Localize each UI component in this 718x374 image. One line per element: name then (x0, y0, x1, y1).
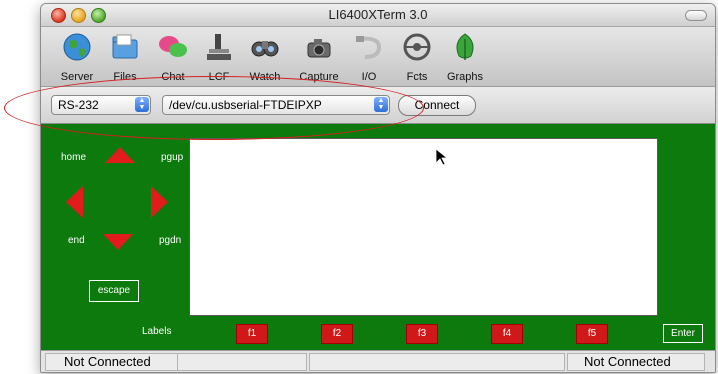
toolbar-label: Graphs (446, 71, 484, 83)
folder-icon (112, 34, 138, 59)
f3-key-button[interactable]: f3 (406, 324, 438, 344)
window-title: LI6400XTerm 3.0 (328, 7, 428, 22)
globe-icon (63, 33, 91, 61)
steering-wheel-icon (403, 33, 431, 61)
pgup-label: pgup (161, 152, 184, 163)
status-left: Not Connected (45, 353, 191, 371)
terminal-display[interactable] (189, 138, 658, 316)
toolbar-item-fcts[interactable]: Fcts (394, 29, 440, 85)
down-arrow-button[interactable] (103, 234, 133, 250)
binoculars-icon (251, 41, 279, 57)
escape-button[interactable]: escape (89, 280, 139, 302)
status-cell-empty (177, 353, 307, 371)
toolbar-item-graphs[interactable]: Graphs (442, 29, 488, 85)
title-bar: LI6400XTerm 3.0 (41, 4, 715, 27)
toolbar-toggle-button[interactable] (685, 10, 707, 21)
app-window: LI6400XTerm 3.0 Server Files Chat LCF Wa… (40, 3, 716, 373)
toolbar-item-files[interactable]: Files (102, 29, 148, 85)
enter-button[interactable]: Enter (663, 324, 703, 343)
status-cell-empty (309, 353, 565, 371)
toolbar-item-io[interactable]: I/O (346, 29, 392, 85)
lcf-icon (207, 34, 231, 60)
annotation-highlight-oval (4, 76, 424, 140)
mouse-cursor-icon (436, 149, 448, 166)
home-label: home (61, 152, 87, 163)
left-arrow-button[interactable] (66, 186, 83, 218)
f4-key-button[interactable]: f4 (491, 324, 523, 344)
chat-bubbles-icon (159, 36, 187, 57)
cable-icon (356, 36, 382, 59)
toolbar-item-server[interactable]: Server (54, 29, 100, 85)
f5-key-button[interactable]: f5 (576, 324, 608, 344)
right-arrow-button[interactable] (151, 186, 168, 218)
labels-caption: Labels (142, 326, 172, 337)
terminal-panel: home pgup end pgdn escape Labels f1 f2 f… (41, 124, 715, 350)
camera-icon (307, 39, 331, 58)
up-arrow-button[interactable] (105, 147, 135, 163)
toolbar-item-capture[interactable]: Capture (296, 29, 342, 85)
status-bar: Not Connected Not Connected (41, 350, 715, 372)
f2-key-button[interactable]: f2 (321, 324, 353, 344)
leaf-icon (456, 33, 474, 60)
end-label: end (68, 235, 85, 246)
f1-key-button[interactable]: f1 (236, 324, 268, 344)
status-right: Not Connected (567, 353, 705, 371)
pgdn-label: pgdn (159, 235, 182, 246)
